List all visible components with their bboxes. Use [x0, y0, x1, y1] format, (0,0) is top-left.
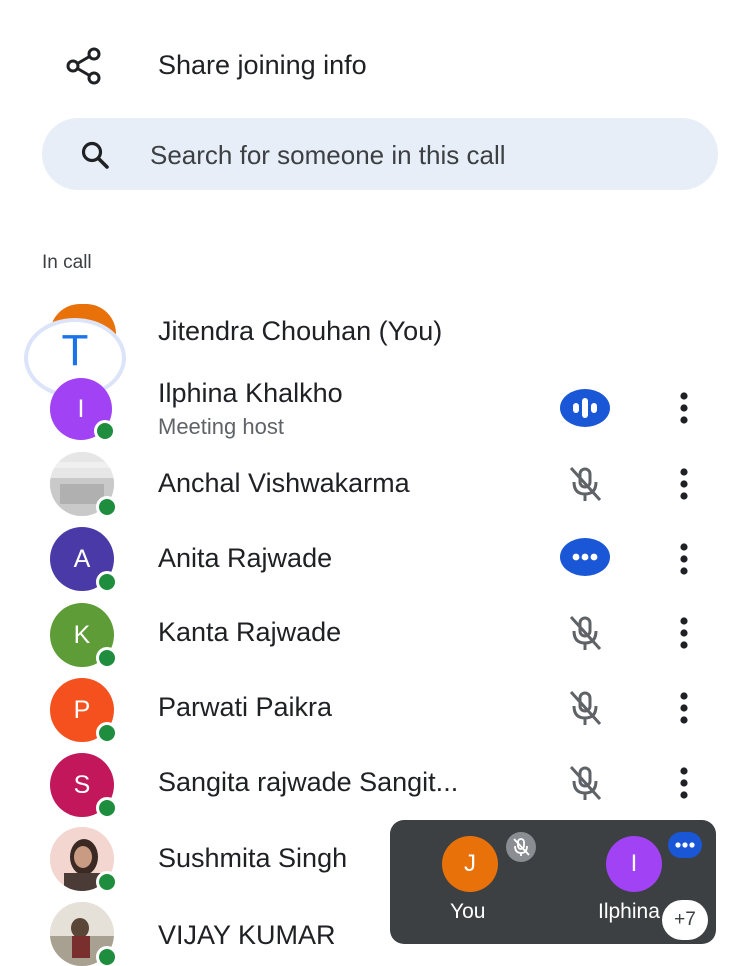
tile-mic-off-icon — [506, 832, 536, 862]
participant-name: Anita Rajwade — [158, 543, 333, 573]
participant-row[interactable]: Anchal Vishwakarma — [0, 446, 730, 520]
tile-speaking-icon — [668, 832, 702, 858]
speaking-icon — [560, 389, 610, 427]
online-dot — [96, 647, 118, 669]
mic-off-icon — [569, 765, 602, 801]
participant-name: Kanta Rajwade — [158, 617, 342, 647]
participant-row[interactable]: I Ilphina Khalkho Meeting host — [0, 372, 730, 442]
more-options-icon[interactable] — [668, 539, 700, 579]
participant-name: Parwati Paikra — [158, 692, 333, 722]
online-dot — [96, 946, 118, 966]
more-options-icon[interactable] — [668, 688, 700, 728]
mic-off-icon — [569, 690, 602, 726]
participant-name: Ilphina Khalkho — [158, 378, 343, 408]
mic-off-icon — [569, 466, 602, 502]
avatar: K — [50, 603, 118, 669]
avatar: A — [50, 527, 118, 593]
avatar: S — [50, 753, 118, 819]
avatar: P — [50, 678, 118, 744]
more-options-icon[interactable] — [668, 464, 700, 504]
participant-row[interactable]: K Kanta Rajwade — [0, 597, 730, 671]
mic-off-icon — [569, 615, 602, 651]
avatar — [50, 827, 118, 893]
online-dot — [94, 420, 116, 442]
more-options-icon[interactable] — [668, 763, 700, 803]
tile-avatar-you: J — [442, 836, 498, 892]
participant-row[interactable]: S Sangita rajwade Sangit... — [0, 747, 730, 821]
tile-label-you: You — [450, 900, 486, 923]
search-input[interactable] — [148, 130, 692, 180]
more-activity-icon — [560, 538, 610, 576]
participant-name: Anchal Vishwakarma — [158, 468, 410, 498]
tile-label-ilphina: Ilphina — [598, 900, 660, 923]
online-dot — [96, 871, 118, 893]
more-participants-badge[interactable]: +7 — [662, 900, 708, 940]
self-avatar-letter: T — [61, 326, 89, 375]
online-dot — [96, 722, 118, 744]
participant-name: Sangita rajwade Sangit... — [158, 767, 459, 797]
participant-row[interactable]: A Anita Rajwade — [0, 521, 730, 595]
share-joining-info-label: Share joining info — [158, 50, 367, 80]
participant-name: Jitendra Chouhan (You) — [158, 316, 443, 346]
online-dot — [96, 496, 118, 518]
participant-name: Sushmita Singh — [158, 843, 348, 873]
more-options-icon[interactable] — [668, 613, 700, 653]
search-icon — [81, 141, 109, 169]
section-label-in-call: In call — [42, 252, 92, 273]
participant-name: VIJAY KUMAR — [158, 920, 336, 950]
share-joining-info-button[interactable]: Share joining info — [0, 30, 730, 100]
avatar — [50, 902, 118, 966]
online-dot — [96, 571, 118, 593]
share-icon — [66, 47, 101, 85]
search-bar[interactable] — [42, 118, 718, 190]
more-options-icon[interactable] — [668, 388, 700, 428]
online-dot — [96, 797, 118, 819]
tile-avatar-ilphina: I — [606, 836, 662, 892]
participant-row[interactable]: P Parwati Paikra — [0, 672, 730, 746]
participant-role: Meeting host — [158, 414, 284, 439]
avatar — [50, 452, 118, 518]
participants-panel: Share joining info In call Jitendra Chou… — [0, 0, 730, 966]
avatar: I — [50, 378, 116, 442]
